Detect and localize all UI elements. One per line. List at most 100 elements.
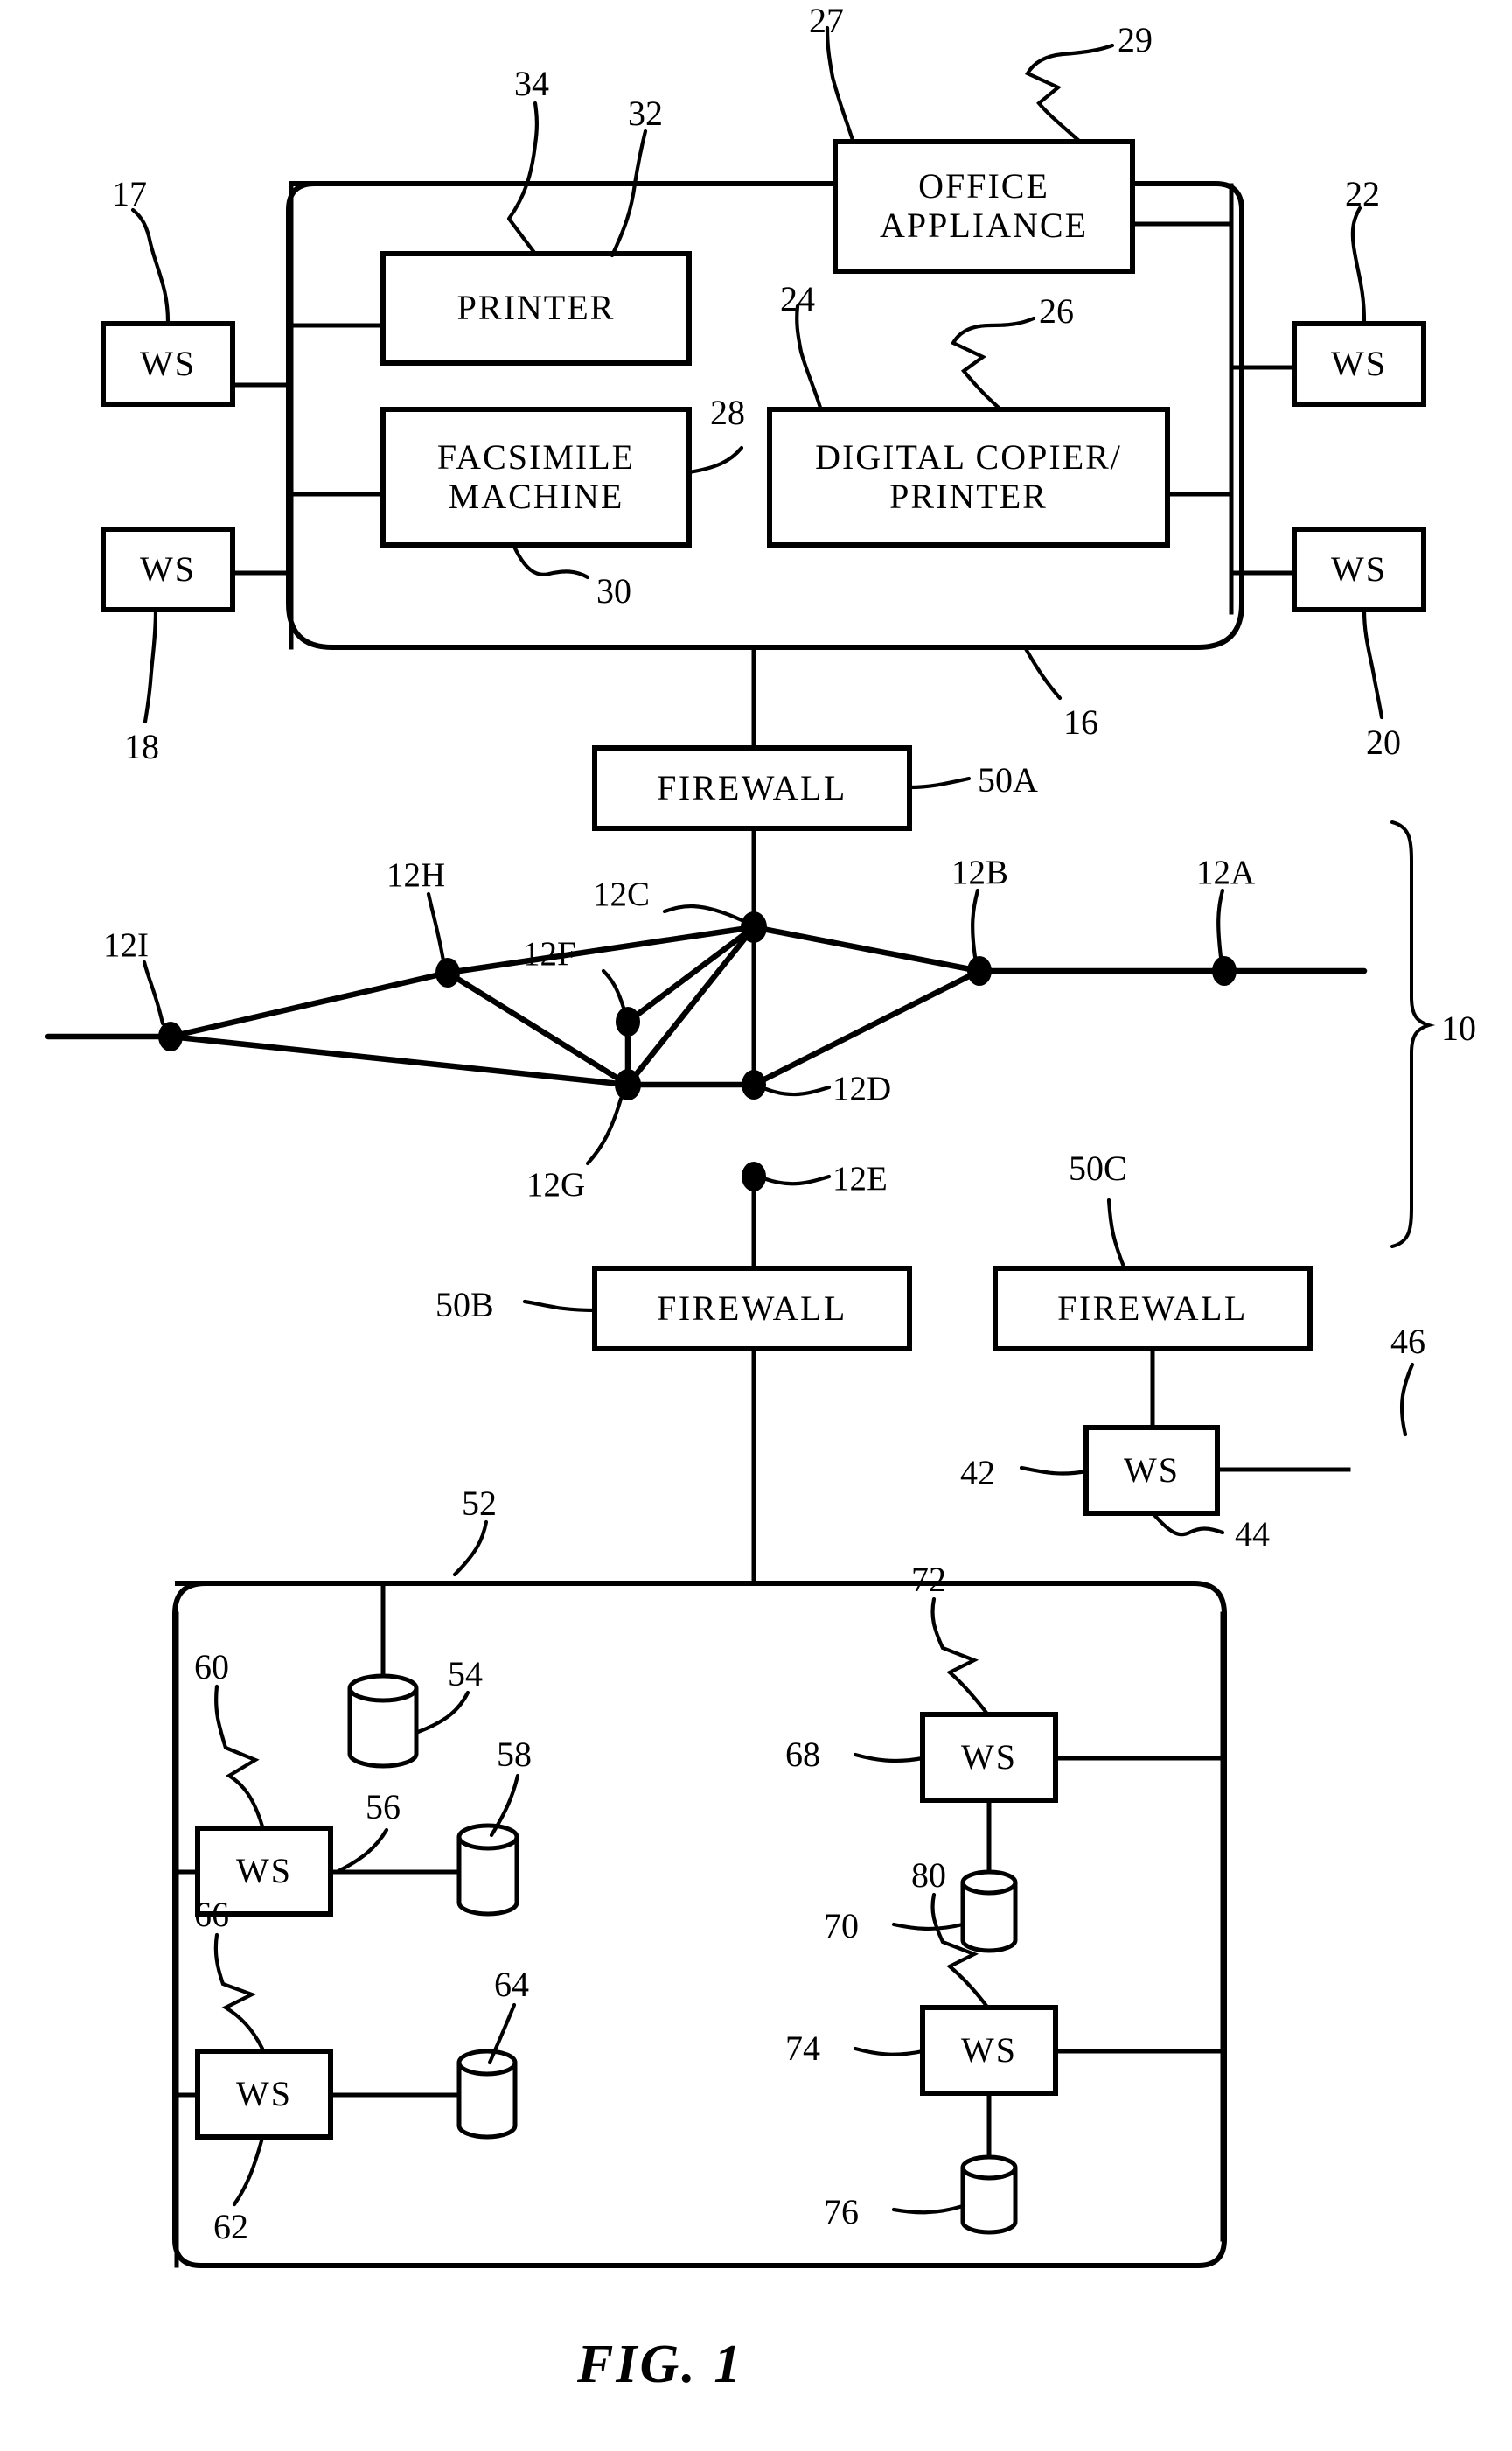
- leader-76: [891, 2203, 965, 2215]
- leader-12C: [662, 904, 744, 923]
- figure-caption: FIG. 1: [577, 2335, 744, 2394]
- ref-10: 10: [1441, 1009, 1476, 1048]
- leader-30: [512, 544, 590, 580]
- leader-12H: [426, 891, 446, 963]
- ref-30: 30: [596, 571, 631, 611]
- leader-32: [610, 129, 648, 258]
- office-appliance-box: [833, 139, 1135, 274]
- leader-18: [143, 608, 158, 724]
- ref-56: 56: [366, 1787, 401, 1826]
- leader-29: [1025, 43, 1115, 144]
- ref-80: 80: [911, 1855, 946, 1895]
- ws18-box: [101, 527, 235, 612]
- leader-72: [930, 1596, 989, 1715]
- leader-74: [853, 2046, 925, 2056]
- ref-12A: 12A: [1196, 854, 1256, 891]
- leader-12F: [601, 968, 626, 1010]
- ref-20: 20: [1366, 723, 1401, 762]
- ref-27: 27: [809, 1, 844, 40]
- db58-shape: [456, 1823, 519, 1917]
- leader-26: [951, 316, 1036, 410]
- node-12B-dot: [967, 956, 992, 986]
- leader-56: [334, 1827, 389, 1875]
- leader-12E: [763, 1174, 832, 1186]
- ref-12I: 12I: [103, 926, 149, 964]
- node-12A-dot: [1212, 956, 1237, 986]
- ref-50B: 50B: [435, 1285, 494, 1324]
- ref-12E: 12E: [833, 1160, 888, 1198]
- ref-44: 44: [1235, 1514, 1270, 1554]
- leader-68: [853, 1752, 925, 1763]
- edge-12C-12B: [750, 924, 983, 974]
- ref-16: 16: [1063, 702, 1098, 742]
- leader-50C: [1106, 1198, 1126, 1269]
- ref-22: 22: [1345, 174, 1380, 213]
- ref-32: 32: [628, 94, 663, 133]
- leader-54: [415, 1690, 470, 1735]
- figure-vector-layer: [45, 25, 1436, 2268]
- leader-12D: [763, 1085, 832, 1097]
- leader-44: [1152, 1512, 1225, 1537]
- ws20-box: [1292, 527, 1426, 612]
- ws74-box: [920, 2005, 1058, 2096]
- ref-46: 46: [1390, 1322, 1425, 1361]
- leader-20: [1362, 608, 1384, 720]
- db70-shape: [960, 1869, 1018, 1953]
- ws17-box: [101, 321, 235, 407]
- printer-box: [380, 251, 692, 366]
- leader-12G: [585, 1096, 624, 1166]
- ref-17: 17: [112, 174, 147, 213]
- leader-60: [214, 1684, 265, 1829]
- leader-12B: [971, 888, 980, 960]
- ref-50C: 50C: [1069, 1149, 1127, 1188]
- ws42-box: [1083, 1425, 1220, 1516]
- leader-46: [1399, 1362, 1415, 1437]
- ref-62: 62: [213, 2207, 248, 2246]
- leader-34: [506, 101, 539, 256]
- edge-12H-12C: [444, 924, 757, 976]
- node-12C-dot: [741, 911, 767, 943]
- leader-16: [1022, 645, 1063, 701]
- ref-66: 66: [194, 1895, 229, 1934]
- ref-68: 68: [785, 1735, 820, 1774]
- db76-shape: [960, 2154, 1018, 2235]
- ref-24: 24: [780, 279, 815, 318]
- leader-42: [1019, 1465, 1089, 1476]
- facsimile-box: [380, 407, 692, 548]
- leader-50B: [522, 1299, 597, 1313]
- leader-62: [232, 2135, 265, 2207]
- db54-shape: [347, 1673, 419, 1769]
- ref-12C: 12C: [593, 876, 651, 913]
- leader-28: [686, 445, 744, 475]
- node-12D-dot: [742, 1070, 766, 1100]
- leader-22: [1350, 206, 1367, 325]
- leader-12A: [1216, 888, 1225, 960]
- leader-12I: [142, 960, 165, 1026]
- node-12I-dot: [158, 1022, 183, 1051]
- firewall-50B-box: [592, 1266, 912, 1351]
- firewall-50A-box: [592, 745, 912, 831]
- ref-72: 72: [911, 1560, 946, 1599]
- leader-17: [130, 207, 171, 325]
- leader-50A: [907, 776, 972, 790]
- ref-76: 76: [824, 2192, 859, 2231]
- ref-12B: 12B: [951, 854, 1009, 891]
- leader-70: [891, 1922, 965, 1931]
- ref-34: 34: [514, 64, 549, 103]
- digital-copier-box: [767, 407, 1170, 548]
- db64-shape: [456, 2049, 518, 2140]
- ref-29: 29: [1118, 20, 1153, 59]
- ref-60: 60: [194, 1647, 229, 1686]
- ref-12G: 12G: [526, 1166, 586, 1204]
- leader-52: [452, 1519, 489, 1577]
- ref-58: 58: [497, 1735, 532, 1774]
- ws68-box: [920, 1712, 1058, 1803]
- ref-74: 74: [785, 2029, 820, 2068]
- ref-70: 70: [824, 1906, 859, 1945]
- leader-27: [825, 25, 855, 143]
- ws22-box: [1292, 321, 1426, 407]
- edge-12B-12D: [750, 967, 983, 1088]
- patent-figure-1: PRINTER FACSIMILE MACHINE OFFICE APPLIAN…: [0, 0, 1512, 2451]
- leader-66: [213, 1932, 265, 2051]
- firewall-50C-box: [993, 1266, 1313, 1351]
